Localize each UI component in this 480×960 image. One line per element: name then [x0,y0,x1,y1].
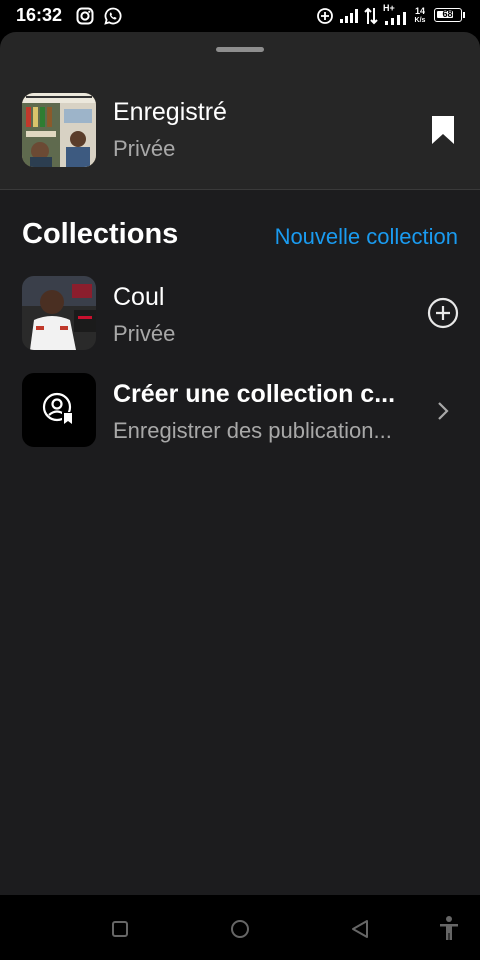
saved-row[interactable]: Enregistré Privée [0,72,480,189]
user-bookmark-icon [42,392,74,425]
instagram-icon [76,7,94,25]
signal-strength-icon [385,12,406,25]
battery-icon: 68 [434,8,462,22]
new-collection-button[interactable]: Nouvelle collection [275,224,458,250]
bookmark-icon[interactable] [429,114,457,146]
chevron-right-icon [438,402,449,420]
data-saver-icon [317,8,333,24]
navigation-bar [0,895,480,960]
collection-name: Coul [113,283,165,311]
network-speed-unit: K/s [414,17,426,24]
saved-privacy: Privée [113,136,176,161]
collection-item-coul[interactable]: Coul Privée [0,273,480,355]
saved-title: Enregistré [113,98,227,126]
data-transfer-icon [364,7,378,25]
home-button[interactable] [228,917,252,941]
status-bar: 16:32 H+ 14 K/s 68 [0,0,480,32]
collections-section: Collections Nouvelle collection Coul Pri… [0,190,480,895]
collection-subtitle: Privée [113,321,176,346]
create-collection-tile [22,373,96,447]
saved-thumbnail [22,93,96,167]
drag-handle[interactable] [216,47,264,52]
collection-item-create[interactable]: Créer une collection c... Enregistrer de… [0,370,480,452]
collection-name: Créer une collection c... [113,380,396,408]
add-circle-icon[interactable] [427,297,459,329]
signal-strength-icon [340,9,358,23]
collection-thumbnail [22,276,96,350]
whatsapp-icon [104,7,122,25]
battery-level: 68 [442,9,453,19]
network-speed-value: 14 [414,6,425,16]
accessibility-button[interactable] [438,915,460,941]
status-time: 16:32 [16,5,63,25]
back-button[interactable] [348,917,372,941]
recents-button[interactable] [110,919,130,939]
network-speed: 14 K/s [412,6,428,26]
collection-subtitle: Enregistrer des publication... [113,418,392,443]
save-bottom-sheet: Enregistré Privée Collections Nouvelle c… [0,32,480,895]
collections-heading: Collections [22,218,179,250]
